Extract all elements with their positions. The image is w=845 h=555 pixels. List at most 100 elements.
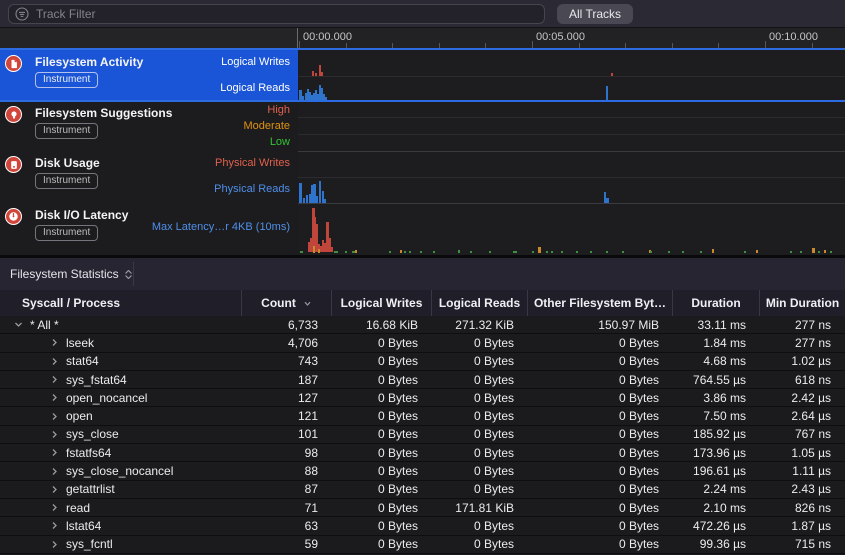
selected-track-border bbox=[0, 48, 845, 50]
io-latency-green-lane-spike bbox=[409, 251, 411, 253]
statistics-view-selector[interactable]: Filesystem Statistics bbox=[10, 265, 132, 283]
io-latency-green-lane-spike bbox=[345, 251, 347, 253]
track-filter-bar: All Tracks bbox=[0, 0, 845, 28]
column-header-syscall-process[interactable]: Syscall / Process bbox=[0, 290, 242, 316]
track-lane-label-logical-reads: Logical Reads bbox=[220, 82, 290, 94]
cell-other-filesystem-byt: 0 Bytes bbox=[528, 389, 673, 406]
cell-duration: 2.10 ms bbox=[673, 499, 760, 516]
column-header-other-filesystem-byt[interactable]: Other Filesystem Byt… bbox=[528, 290, 673, 316]
column-header-count[interactable]: Count bbox=[242, 290, 332, 316]
cell-other-filesystem-byt: 0 Bytes bbox=[528, 517, 673, 534]
track-header-filesystem-activity[interactable]: Filesystem ActivityInstrumentLogical Wri… bbox=[0, 50, 298, 101]
cell-min-duration: 1.87 µs bbox=[760, 517, 845, 534]
track-title: Disk I/O Latency bbox=[35, 208, 128, 222]
table-row-open[interactable]: open1210 Bytes0 Bytes0 Bytes7.50 ms2.64 … bbox=[0, 407, 845, 425]
lane-separator bbox=[298, 151, 845, 152]
syscall-name-cell: open bbox=[0, 407, 242, 424]
disclosure-closed-icon[interactable] bbox=[50, 357, 59, 366]
cell-logical-writes: 16.68 KiB bbox=[332, 316, 432, 333]
all-tracks-button[interactable]: All Tracks bbox=[557, 4, 633, 24]
disclosure-closed-icon[interactable] bbox=[50, 412, 59, 421]
cell-count: 59 bbox=[242, 536, 332, 553]
table-row-sys-close[interactable]: sys_close1010 Bytes0 Bytes0 Bytes185.92 … bbox=[0, 426, 845, 444]
syscall-name-cell: sys_fcntl bbox=[0, 536, 242, 553]
table-row-all[interactable]: * All *6,73316.68 KiB271.32 KiB150.97 Mi… bbox=[0, 316, 845, 334]
disclosure-closed-icon[interactable] bbox=[50, 485, 59, 494]
syscall-name: sys_close_nocancel bbox=[66, 464, 173, 478]
syscall-name: getattrlist bbox=[66, 482, 115, 496]
table-row-lseek[interactable]: lseek4,7060 Bytes0 Bytes0 Bytes1.84 ms27… bbox=[0, 334, 845, 352]
io-latency-green-lane-spike bbox=[532, 251, 534, 253]
cell-duration: 99.36 µs bbox=[673, 536, 760, 553]
io-latency-green-lane-spike bbox=[830, 251, 832, 253]
cell-count: 187 bbox=[242, 371, 332, 388]
disclosure-closed-icon[interactable] bbox=[50, 503, 59, 512]
disclosure-closed-icon[interactable] bbox=[50, 338, 59, 347]
cell-other-filesystem-byt: 0 Bytes bbox=[528, 353, 673, 370]
disclosure-closed-icon[interactable] bbox=[50, 448, 59, 457]
ruler-time-label: 00:10.000 bbox=[769, 31, 818, 43]
cell-logical-writes: 0 Bytes bbox=[332, 426, 432, 443]
disclosure-closed-icon[interactable] bbox=[50, 540, 59, 549]
instrument-badge: Instrument bbox=[35, 173, 98, 189]
syscall-name-cell: fstatfs64 bbox=[0, 444, 242, 461]
table-row-sys-fcntl[interactable]: sys_fcntl590 Bytes0 Bytes0 Bytes99.36 µs… bbox=[0, 536, 845, 554]
cell-count: 101 bbox=[242, 426, 332, 443]
disclosure-closed-icon[interactable] bbox=[50, 393, 59, 402]
cell-other-filesystem-byt: 0 Bytes bbox=[528, 334, 673, 351]
track-header-filesystem-suggestions[interactable]: Filesystem SuggestionsInstrumentHighMode… bbox=[0, 101, 298, 151]
table-row-read[interactable]: read710 Bytes171.81 KiB0 Bytes2.10 ms826… bbox=[0, 499, 845, 517]
disclosure-closed-icon[interactable] bbox=[50, 521, 59, 530]
cell-logical-writes: 0 Bytes bbox=[332, 481, 432, 498]
syscall-name-cell: lseek bbox=[0, 334, 242, 351]
syscall-name-cell: sys_fstat64 bbox=[0, 371, 242, 388]
disclosure-closed-icon[interactable] bbox=[50, 430, 59, 439]
track-filter-input[interactable] bbox=[8, 4, 545, 24]
chevron-up-down-icon bbox=[125, 270, 132, 279]
cell-count: 71 bbox=[242, 499, 332, 516]
column-header-duration[interactable]: Duration bbox=[673, 290, 760, 316]
cell-count: 743 bbox=[242, 353, 332, 370]
cell-other-filesystem-byt: 0 Bytes bbox=[528, 481, 673, 498]
instrument-badge: Instrument bbox=[35, 72, 98, 88]
cell-count: 4,706 bbox=[242, 334, 332, 351]
cell-duration: 3.86 ms bbox=[673, 389, 760, 406]
cell-logical-reads: 0 Bytes bbox=[432, 444, 528, 461]
lane-separator bbox=[298, 117, 845, 118]
syscall-name: sys_fstat64 bbox=[66, 373, 127, 387]
disclosure-open-icon[interactable] bbox=[14, 320, 23, 329]
table-row-sys-fstat64[interactable]: sys_fstat641870 Bytes0 Bytes0 Bytes764.5… bbox=[0, 371, 845, 389]
disclosure-closed-icon[interactable] bbox=[50, 467, 59, 476]
track-header-disk-usage[interactable]: Disk UsageInstrumentPhysical WritesPhysi… bbox=[0, 151, 298, 203]
cell-logical-reads: 0 Bytes bbox=[432, 389, 528, 406]
ruler-tick bbox=[299, 41, 300, 48]
table-row-lstat64[interactable]: lstat64630 Bytes0 Bytes0 Bytes472.26 µs1… bbox=[0, 517, 845, 535]
table-row-sys-close-nocancel[interactable]: sys_close_nocancel880 Bytes0 Bytes0 Byte… bbox=[0, 462, 845, 480]
syscall-name: lstat64 bbox=[66, 519, 101, 533]
timeline-ruler[interactable]: 00:00.00000:05.00000:10.000 bbox=[298, 28, 845, 48]
table-row-stat64[interactable]: stat647430 Bytes0 Bytes0 Bytes4.68 ms1.0… bbox=[0, 353, 845, 371]
sort-chevron-down-icon bbox=[303, 299, 312, 308]
track-title: Filesystem Suggestions bbox=[35, 106, 172, 120]
track-lane-label-physical-reads: Physical Reads bbox=[214, 183, 290, 195]
cell-logical-reads: 171.81 KiB bbox=[432, 499, 528, 516]
cell-other-filesystem-byt: 150.97 MiB bbox=[528, 316, 673, 333]
cell-count: 6,733 bbox=[242, 316, 332, 333]
table-row-open-nocancel[interactable]: open_nocancel1270 Bytes0 Bytes0 Bytes3.8… bbox=[0, 389, 845, 407]
disclosure-closed-icon[interactable] bbox=[50, 375, 59, 384]
cell-duration: 1.84 ms bbox=[673, 334, 760, 351]
column-header-min-duration[interactable]: Min Duration bbox=[760, 290, 845, 316]
column-header-logical-writes[interactable]: Logical Writes bbox=[332, 290, 432, 316]
cell-logical-writes: 0 Bytes bbox=[332, 334, 432, 351]
table-row-fstatfs64[interactable]: fstatfs64980 Bytes0 Bytes0 Bytes173.96 µ… bbox=[0, 444, 845, 462]
column-header-logical-reads[interactable]: Logical Reads bbox=[432, 290, 528, 316]
track-header-disk-i-o-latency[interactable]: Disk I/O LatencyInstrumentMax Latency…r … bbox=[0, 203, 298, 255]
cell-min-duration: 826 ns bbox=[760, 499, 845, 516]
cell-other-filesystem-byt: 0 Bytes bbox=[528, 536, 673, 553]
detail-panel: Filesystem Statistics Syscall / ProcessC… bbox=[0, 255, 845, 552]
cell-logical-reads: 0 Bytes bbox=[432, 517, 528, 534]
table-row-getattrlist[interactable]: getattrlist870 Bytes0 Bytes0 Bytes2.24 m… bbox=[0, 481, 845, 499]
cell-logical-writes: 0 Bytes bbox=[332, 353, 432, 370]
cell-other-filesystem-byt: 0 Bytes bbox=[528, 371, 673, 388]
track-lane-label-low: Low bbox=[270, 136, 290, 148]
